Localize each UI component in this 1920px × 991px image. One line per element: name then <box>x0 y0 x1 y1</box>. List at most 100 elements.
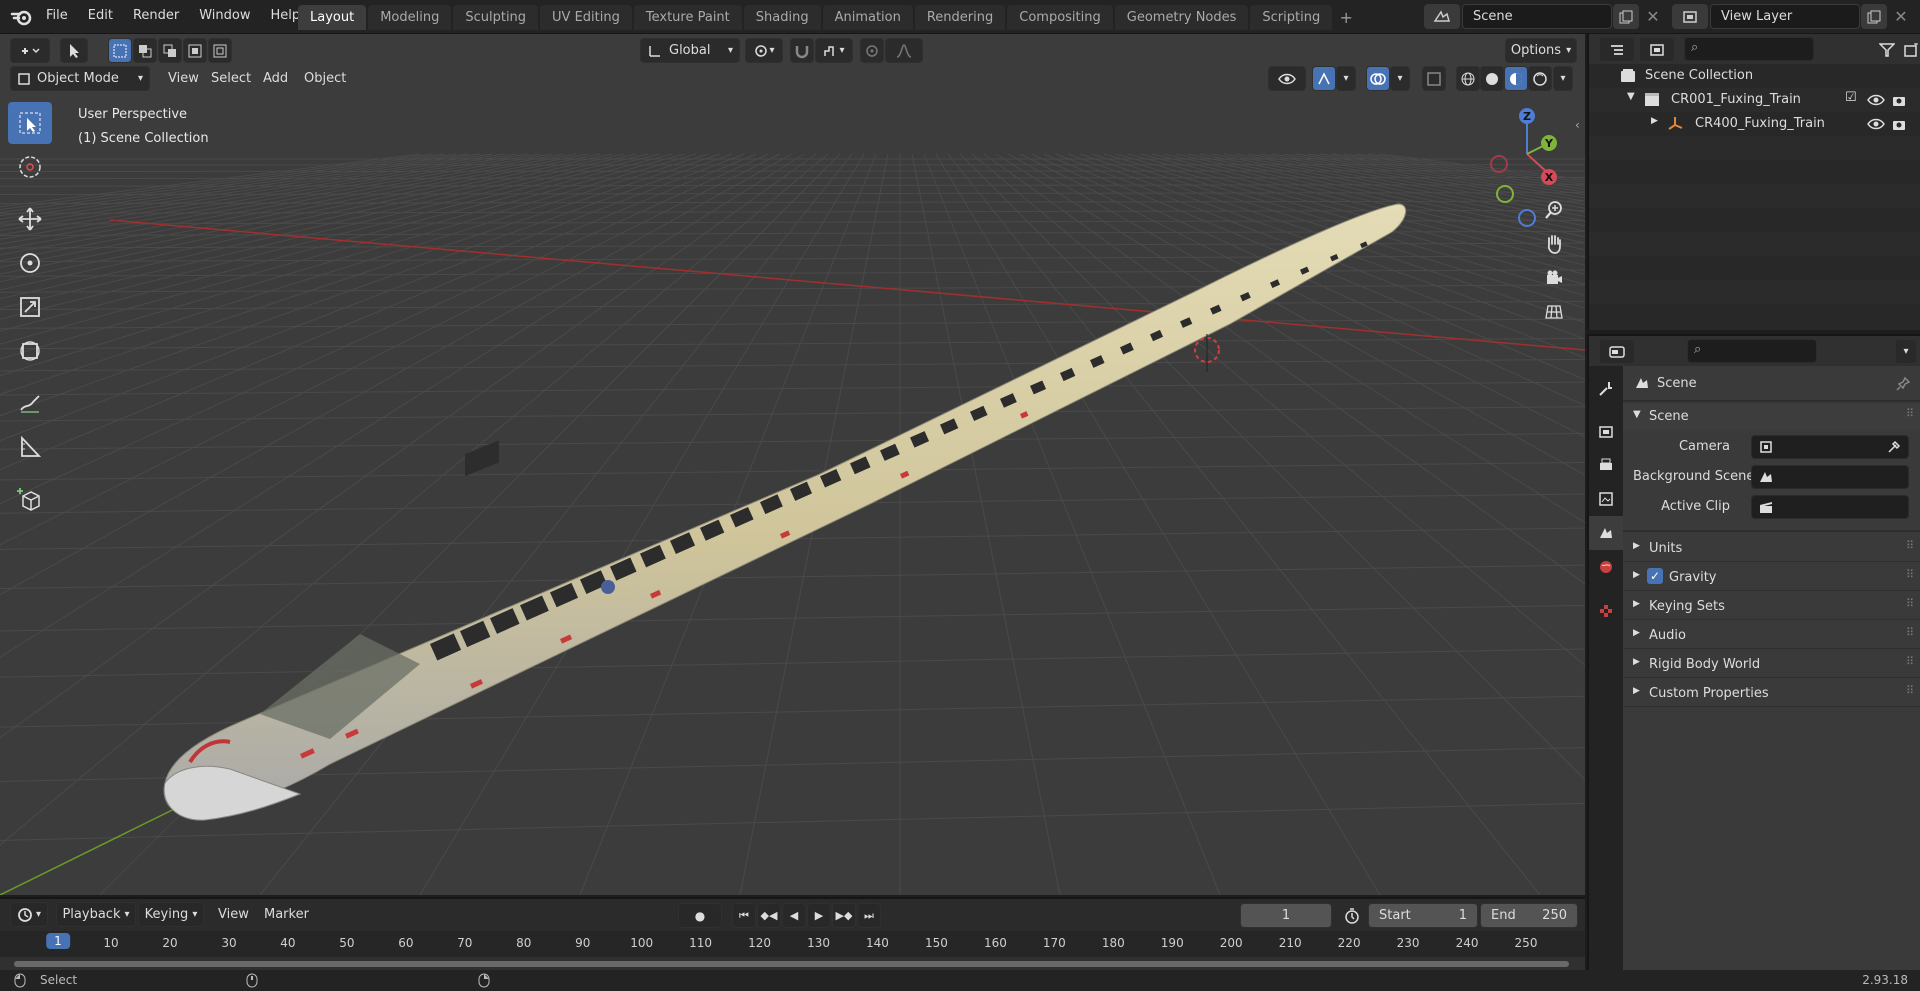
ortho-toggle-button[interactable] <box>1537 296 1571 328</box>
drag-handle-icon[interactable]: ⠿ <box>1906 597 1914 610</box>
tab-output[interactable] <box>1589 448 1623 482</box>
blender-logo-icon[interactable] <box>10 6 34 28</box>
tab-texture-paint[interactable]: Texture Paint <box>633 5 742 30</box>
move-tool[interactable] <box>8 198 52 240</box>
timeline-scrollbar[interactable] <box>14 961 1569 967</box>
scene-panel-header[interactable]: ▼ Scene ⠿ <box>1623 404 1920 430</box>
menu-render[interactable]: Render <box>123 0 189 34</box>
timeline-view-menu[interactable]: View <box>210 902 257 927</box>
rotate-tool[interactable] <box>8 242 52 284</box>
next-keyframe-button[interactable]: ▶◆ <box>832 903 856 928</box>
select-box-tool[interactable] <box>8 102 52 144</box>
tab-world[interactable] <box>1589 550 1623 584</box>
gizmo-neg-y[interactable] <box>1496 185 1514 203</box>
tab-rendering[interactable]: Rendering <box>914 5 1006 30</box>
tab-layout[interactable]: Layout <box>298 5 367 30</box>
active-clip-field[interactable] <box>1751 495 1909 519</box>
zoom-view-button[interactable] <box>1537 194 1571 226</box>
tab-scene[interactable] <box>1589 516 1623 550</box>
shading-material-button[interactable] <box>1504 66 1528 91</box>
current-frame-field[interactable]: 1 <box>1240 903 1332 928</box>
audio-panel-header[interactable]: ▶ Audio ⠿ <box>1623 623 1920 649</box>
tab-modeling[interactable]: Modeling <box>368 5 452 30</box>
tab-view-layer[interactable] <box>1589 482 1623 516</box>
gravity-checkbox[interactable]: ✓ <box>1647 568 1663 584</box>
tab-tool[interactable] <box>1589 372 1623 406</box>
annotate-tool[interactable] <box>8 382 52 424</box>
drag-handle-icon[interactable]: ⠿ <box>1906 539 1914 552</box>
eye-icon[interactable] <box>1867 93 1885 107</box>
display-mode-dropdown[interactable] <box>1639 37 1675 62</box>
gizmo-neg-x[interactable] <box>1490 155 1508 173</box>
3d-viewport[interactable]: Global ▾ ▾ ▾ Options ▾ Object Mode ▾ Vie… <box>0 34 1585 895</box>
timeline-editor-type-button[interactable]: ▾ <box>10 902 48 927</box>
camera-render-icon[interactable] <box>1891 92 1907 108</box>
view-layer-selector-button[interactable] <box>1672 4 1708 29</box>
select-subtract-mode-button[interactable] <box>158 38 182 63</box>
shading-wireframe-button[interactable] <box>1456 66 1480 91</box>
chevron-down-icon[interactable]: ▼ <box>1627 91 1635 102</box>
add-workspace-button[interactable]: + <box>1334 5 1358 30</box>
tab-render[interactable] <box>1589 414 1623 448</box>
drag-handle-icon[interactable]: ⠿ <box>1906 407 1914 420</box>
tab-geometry-nodes[interactable]: Geometry Nodes <box>1114 5 1249 30</box>
tab-animation[interactable]: Animation <box>822 5 913 30</box>
select-invert-mode-button[interactable] <box>183 38 207 63</box>
scale-tool[interactable] <box>8 286 52 328</box>
train-model[interactable] <box>163 203 1407 821</box>
new-scene-button[interactable] <box>1613 4 1639 29</box>
new-view-layer-button[interactable] <box>1861 4 1887 29</box>
transform-tool[interactable] <box>8 330 52 372</box>
gizmo-neg-z[interactable] <box>1518 209 1536 227</box>
filter-dropdown[interactable] <box>1869 37 1905 62</box>
camera-view-button[interactable] <box>1537 262 1571 294</box>
tab-uv-editing[interactable]: UV Editing <box>540 5 632 30</box>
gravity-panel-header[interactable]: ▶ ✓ Gravity ⠿ <box>1623 565 1920 591</box>
keying-menu[interactable]: Keying ▾ <box>138 902 204 927</box>
viewport-scene[interactable] <box>0 34 1585 895</box>
camera-field[interactable] <box>1751 435 1909 459</box>
use-preview-range-toggle[interactable] <box>1340 903 1364 928</box>
prev-keyframe-button[interactable]: ◆◀ <box>757 903 781 928</box>
camera-render-icon[interactable] <box>1891 116 1907 132</box>
outliner-search-input[interactable]: ⌕ <box>1684 37 1814 61</box>
sidebar-toggle-icon[interactable]: ‹ <box>1575 118 1580 132</box>
units-panel-header[interactable]: ▶ Units ⠿ <box>1623 536 1920 562</box>
chevron-right-icon[interactable]: ▶ <box>1651 116 1658 126</box>
outliner-row-object[interactable]: ▶ CR400_Fuxing_Train <box>1589 112 1920 136</box>
drag-handle-icon[interactable]: ⠿ <box>1906 568 1914 581</box>
start-frame-field[interactable]: Start 1 <box>1368 903 1478 928</box>
snap-target-dropdown[interactable]: ▾ <box>815 38 853 63</box>
cursor-tool[interactable] <box>8 146 52 188</box>
transform-orientation-dropdown[interactable]: Global ▾ <box>640 38 740 63</box>
menu-window[interactable]: Window <box>189 0 260 34</box>
proportional-editing-toggle[interactable] <box>860 38 884 63</box>
scene-selector-button[interactable] <box>1424 4 1460 29</box>
tab-compositing[interactable]: Compositing <box>1007 5 1113 30</box>
xray-toggle[interactable] <box>1422 66 1446 91</box>
overlays-toggle[interactable] <box>1366 66 1390 91</box>
background-scene-field[interactable] <box>1751 465 1909 489</box>
view-layer-name-field[interactable]: View Layer <box>1710 4 1860 29</box>
custom-properties-panel-header[interactable]: ▶ Custom Properties ⠿ <box>1623 681 1920 707</box>
pivot-point-dropdown[interactable]: ▾ <box>745 38 783 63</box>
pin-icon[interactable] <box>1895 376 1911 392</box>
tab-texture[interactable] <box>1589 594 1623 628</box>
select-new-mode-button[interactable] <box>108 38 132 63</box>
select-extend-mode-button[interactable] <box>133 38 157 63</box>
overlays-dropdown[interactable]: ▾ <box>1390 66 1410 91</box>
auto-keying-toggle[interactable]: ● <box>678 903 722 928</box>
tab-scripting[interactable]: Scripting <box>1250 5 1333 30</box>
drag-handle-icon[interactable]: ⠿ <box>1906 684 1914 697</box>
gizmo-toggle[interactable] <box>1312 66 1336 91</box>
proportional-falloff-dropdown[interactable] <box>885 38 923 63</box>
snap-toggle[interactable] <box>790 38 814 63</box>
add-menu[interactable]: Add <box>255 66 296 91</box>
play-reverse-button[interactable]: ◀ <box>782 903 806 928</box>
playback-menu[interactable]: Playback ▾ <box>56 902 136 927</box>
add-cube-tool[interactable] <box>8 478 52 520</box>
outliner-row-scene-collection[interactable]: Scene Collection <box>1589 64 1920 88</box>
drag-handle-icon[interactable]: ⠿ <box>1906 626 1914 639</box>
end-frame-field[interactable]: End 250 <box>1480 903 1578 928</box>
current-frame-marker[interactable]: 1 <box>46 933 70 949</box>
